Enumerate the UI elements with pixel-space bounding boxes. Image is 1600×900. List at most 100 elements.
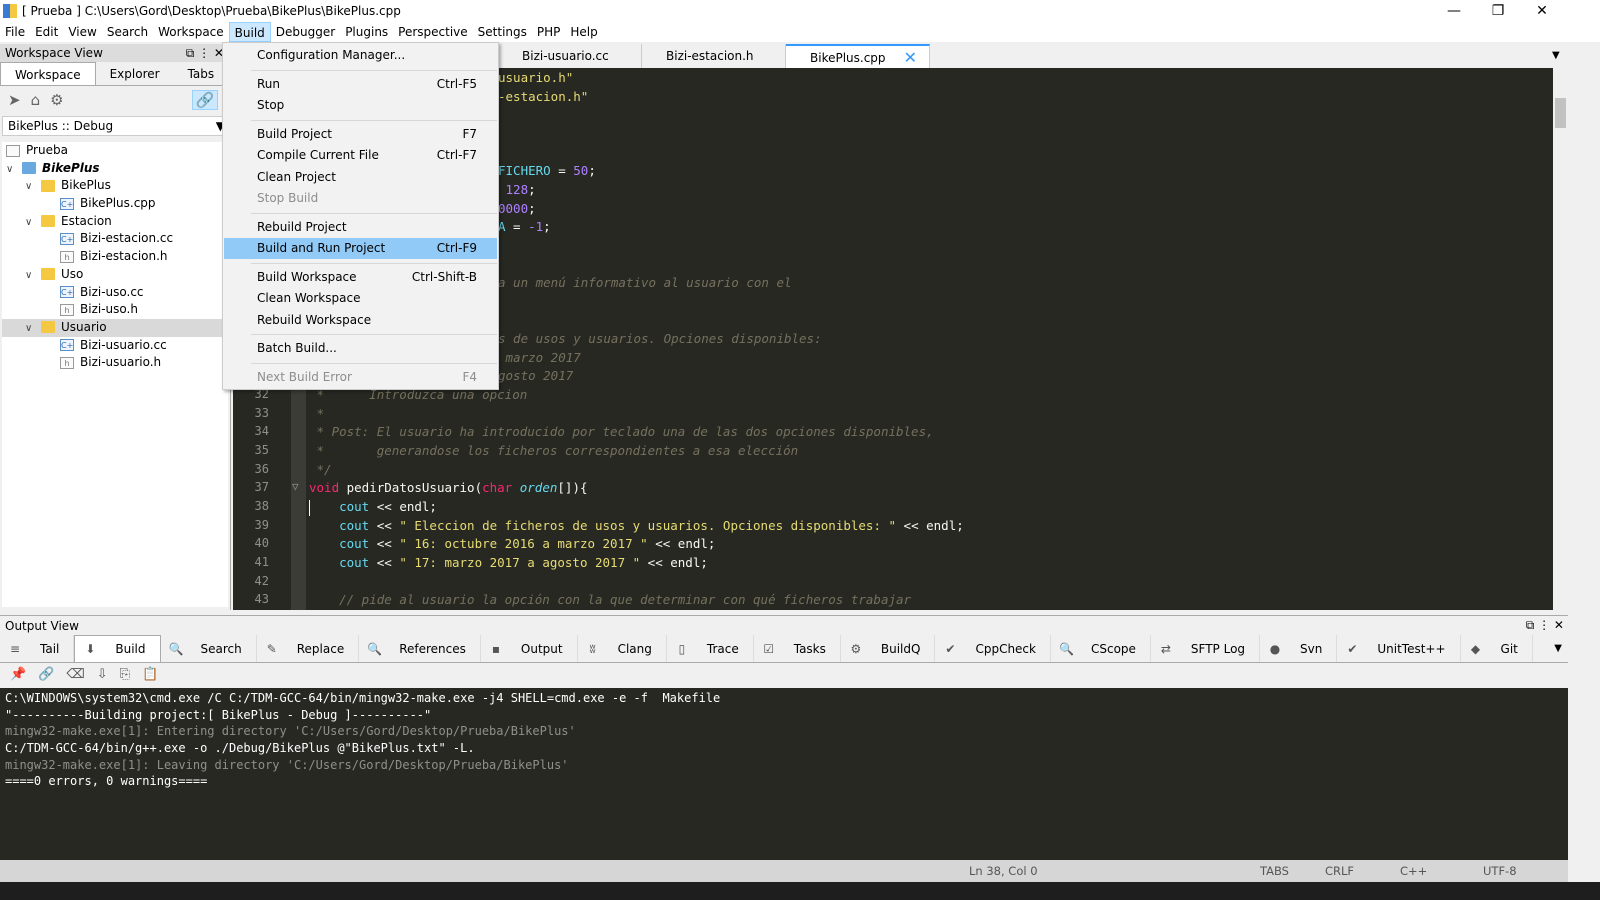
chevron-down-icon[interactable]: ∨ bbox=[6, 161, 22, 179]
output-tab-replace[interactable]: ✎ Replace bbox=[257, 635, 360, 662]
copy-icon[interactable]: ⎘ bbox=[120, 664, 130, 686]
paste-icon[interactable]: 📋 bbox=[142, 664, 158, 686]
code-line: void pedirDatosUsuario(char orden[]){ bbox=[309, 480, 588, 496]
menu-item-run[interactable]: Run Ctrl-F5 bbox=[224, 74, 497, 95]
send-icon[interactable]: ➤ bbox=[8, 91, 21, 109]
menu-item-clean-project[interactable]: Clean Project bbox=[224, 167, 497, 188]
tab-list-chevron-icon[interactable]: ▼ bbox=[1552, 50, 1560, 61]
tab-tabs[interactable]: Tabs bbox=[174, 62, 229, 85]
output-tab-buildq[interactable]: ⚙ BuildQ bbox=[841, 635, 936, 662]
output-tab-clang[interactable]: ʬ Clang bbox=[578, 635, 667, 662]
line-number: 34 bbox=[254, 424, 269, 439]
menu-perspective[interactable]: Perspective bbox=[393, 22, 473, 42]
output-tab-git[interactable]: ◆ Git bbox=[1461, 635, 1533, 662]
menu-item-clean-workspace[interactable]: Clean Workspace bbox=[224, 288, 497, 309]
save-icon[interactable]: ⇩ bbox=[97, 664, 108, 686]
tree-item[interactable]: Prueba bbox=[2, 142, 228, 160]
menu-item-rebuild-workspace[interactable]: Rebuild Workspace bbox=[224, 310, 497, 331]
menu-item-stop[interactable]: Stop bbox=[224, 95, 497, 116]
output-tab-search[interactable]: 🔍 Search bbox=[161, 635, 257, 662]
menu-workspace[interactable]: Workspace bbox=[153, 22, 229, 42]
output-tab-cppcheck[interactable]: ✔ CppCheck bbox=[935, 635, 1051, 662]
close-window-button[interactable]: ✕ bbox=[1520, 0, 1564, 22]
restore-button[interactable]: ❐ bbox=[1476, 0, 1520, 22]
menu-item-build-workspace[interactable]: Build Workspace Ctrl-Shift-B bbox=[224, 267, 497, 288]
menu-file[interactable]: File bbox=[0, 22, 30, 42]
indent-mode[interactable]: TABS bbox=[1260, 864, 1289, 878]
cursor-position: Ln 38, Col 0 bbox=[969, 864, 1038, 878]
output-tab-cscope[interactable]: 🔍 CScope bbox=[1051, 635, 1151, 662]
chevron-down-icon[interactable]: ∨ bbox=[25, 178, 41, 196]
chevron-down-icon[interactable]: ∨ bbox=[25, 320, 41, 338]
tree-item[interactable]: ∨ Usuario bbox=[2, 318, 228, 338]
encoding[interactable]: UTF-8 bbox=[1483, 864, 1517, 878]
menu-build[interactable]: Build bbox=[228, 22, 271, 42]
editor-scrollbar[interactable] bbox=[1553, 68, 1568, 610]
menu-item-rebuild-project[interactable]: Rebuild Project bbox=[224, 217, 497, 238]
output-line: mingw32-make.exe[1]: Leaving directory '… bbox=[5, 757, 569, 772]
tree-item[interactable]: ∨ Estacion bbox=[2, 213, 228, 231]
line-ending[interactable]: CRLF bbox=[1325, 864, 1354, 878]
output-tab-build[interactable]: ⬇ Build bbox=[74, 635, 161, 662]
menu-item-compile-current-file[interactable]: Compile Current File Ctrl-F7 bbox=[224, 145, 497, 166]
tree-item[interactable]: ∨ BikePlus bbox=[2, 160, 228, 178]
tabs-overflow-chevron-icon[interactable]: ▼ bbox=[1554, 635, 1562, 662]
minimize-button[interactable]: — bbox=[1432, 0, 1476, 22]
menu-item-batch-build[interactable]: Batch Build... bbox=[224, 338, 497, 359]
menu-view[interactable]: View bbox=[63, 22, 101, 42]
line-number: 43 bbox=[254, 592, 269, 607]
menu-item-build-and-run-project[interactable]: Build and Run Project Ctrl-F9 bbox=[224, 238, 497, 259]
build-config-select[interactable]: BikePlus :: Debug ▼ bbox=[2, 116, 228, 136]
output-tab-tasks[interactable]: ☑ Tasks bbox=[754, 635, 841, 662]
menu-edit[interactable]: Edit bbox=[30, 22, 63, 42]
tab-workspace[interactable]: Workspace bbox=[0, 62, 96, 85]
menu-plugins[interactable]: Plugins bbox=[340, 22, 393, 42]
output-tab-trace[interactable]: ▯ Trace bbox=[667, 635, 754, 662]
tree-item[interactable]: h Bizi-estacion.h bbox=[2, 248, 228, 266]
link-icon[interactable]: 🔗 bbox=[38, 664, 54, 686]
language-mode[interactable]: C++ bbox=[1400, 864, 1427, 878]
output-tab-output[interactable]: ▪ Output bbox=[481, 635, 578, 662]
editor-tab[interactable]: Bizi-estacion.h bbox=[642, 44, 786, 68]
clear-icon[interactable]: ⌫ bbox=[66, 664, 84, 686]
panel-controls-icon[interactable]: ⧉ ⋮ ✕ bbox=[186, 44, 224, 62]
menu-item-shortcut: Ctrl-F7 bbox=[436, 148, 477, 162]
gear-icon[interactable]: ⚙ bbox=[50, 91, 63, 109]
menu-help[interactable]: Help bbox=[565, 22, 602, 42]
workspace-icon bbox=[6, 144, 20, 157]
tree-item[interactable]: C+ Bizi-estacion.cc bbox=[2, 230, 228, 248]
link-editor-icon[interactable]: 🔗 bbox=[191, 90, 219, 110]
chevron-down-icon[interactable]: ∨ bbox=[25, 214, 41, 232]
menu-item-configuration-manager[interactable]: Configuration Manager... bbox=[224, 45, 497, 66]
build-output-console[interactable]: C:\WINDOWS\system32\cmd.exe /C C:/TDM-GC… bbox=[0, 688, 1568, 860]
close-tab-icon[interactable]: ✕ bbox=[904, 46, 917, 70]
fold-toggle-icon[interactable]: ▽ bbox=[292, 480, 299, 493]
chevron-down-icon[interactable]: ∨ bbox=[25, 267, 41, 285]
tree-item[interactable]: h Bizi-uso.h bbox=[2, 301, 228, 319]
menu-search[interactable]: Search bbox=[102, 22, 153, 42]
output-tab-sftplog[interactable]: ⇄ SFTP Log bbox=[1151, 635, 1261, 662]
pin-icon[interactable]: 📌 bbox=[10, 664, 26, 686]
output-tab-svn[interactable]: ● Svn bbox=[1260, 635, 1338, 662]
menu-debugger[interactable]: Debugger bbox=[271, 22, 340, 42]
tree-item-label: Bizi-usuario.h bbox=[80, 355, 162, 370]
cpp-icon: C+ bbox=[60, 197, 74, 210]
tree-item[interactable]: ∨ Uso bbox=[2, 266, 228, 284]
home-icon[interactable]: ⌂ bbox=[31, 91, 41, 109]
output-tab-references[interactable]: 🔍 References bbox=[359, 635, 481, 662]
tree-item[interactable]: h Bizi-usuario.h bbox=[2, 354, 228, 372]
menu-item-build-project[interactable]: Build Project F7 bbox=[224, 124, 497, 145]
output-tab-unittest[interactable]: ✔ UnitTest++ bbox=[1337, 635, 1461, 662]
menu-item-label: Compile Current File bbox=[257, 148, 379, 162]
editor-tab[interactable]: BikePlus.cpp ✕ bbox=[786, 44, 930, 68]
menu-settings[interactable]: Settings bbox=[473, 22, 532, 42]
tree-item[interactable]: ∨ BikePlus bbox=[2, 177, 228, 195]
menu-php[interactable]: PHP bbox=[532, 22, 566, 42]
tree-item[interactable]: C+ Bizi-usuario.cc bbox=[2, 337, 228, 355]
editor-tab[interactable]: Bizi-usuario.cc bbox=[498, 44, 642, 68]
tree-item[interactable]: C+ Bizi-uso.cc bbox=[2, 284, 228, 302]
output-tab-tail[interactable]: ≡ Tail bbox=[0, 635, 75, 662]
tab-explorer[interactable]: Explorer bbox=[96, 62, 174, 85]
tree-item[interactable]: C+ BikePlus.cpp bbox=[2, 195, 228, 213]
panel-controls-icon[interactable]: ⧉ ⋮ ✕ bbox=[1526, 615, 1564, 635]
